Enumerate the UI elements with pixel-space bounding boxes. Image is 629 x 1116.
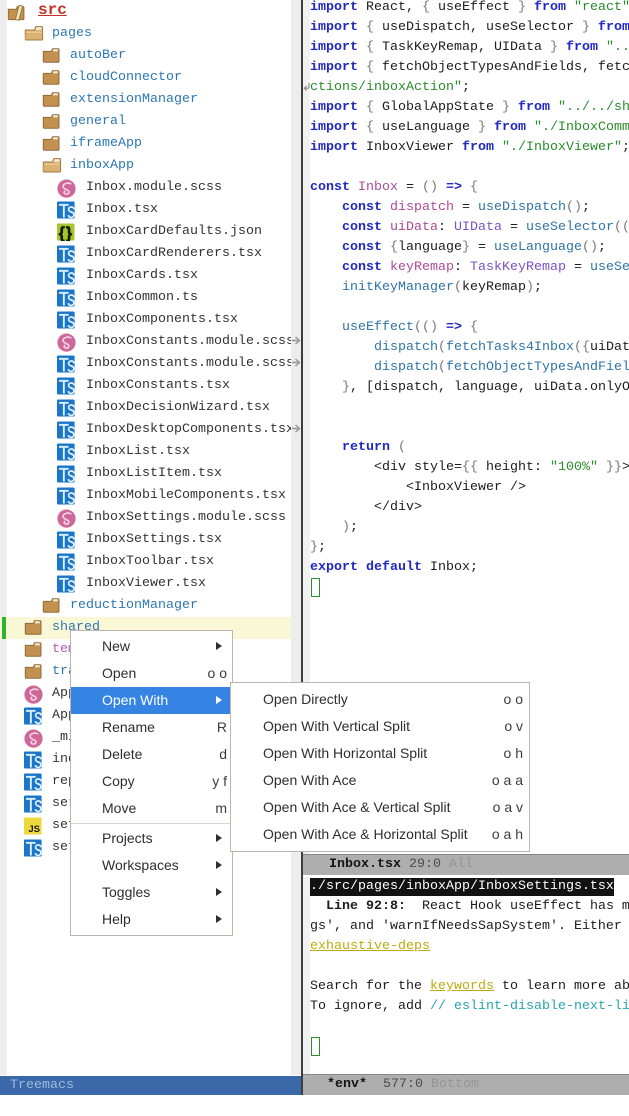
svg-text:{}: {} (59, 225, 73, 241)
svg-text:JS: JS (28, 824, 40, 835)
